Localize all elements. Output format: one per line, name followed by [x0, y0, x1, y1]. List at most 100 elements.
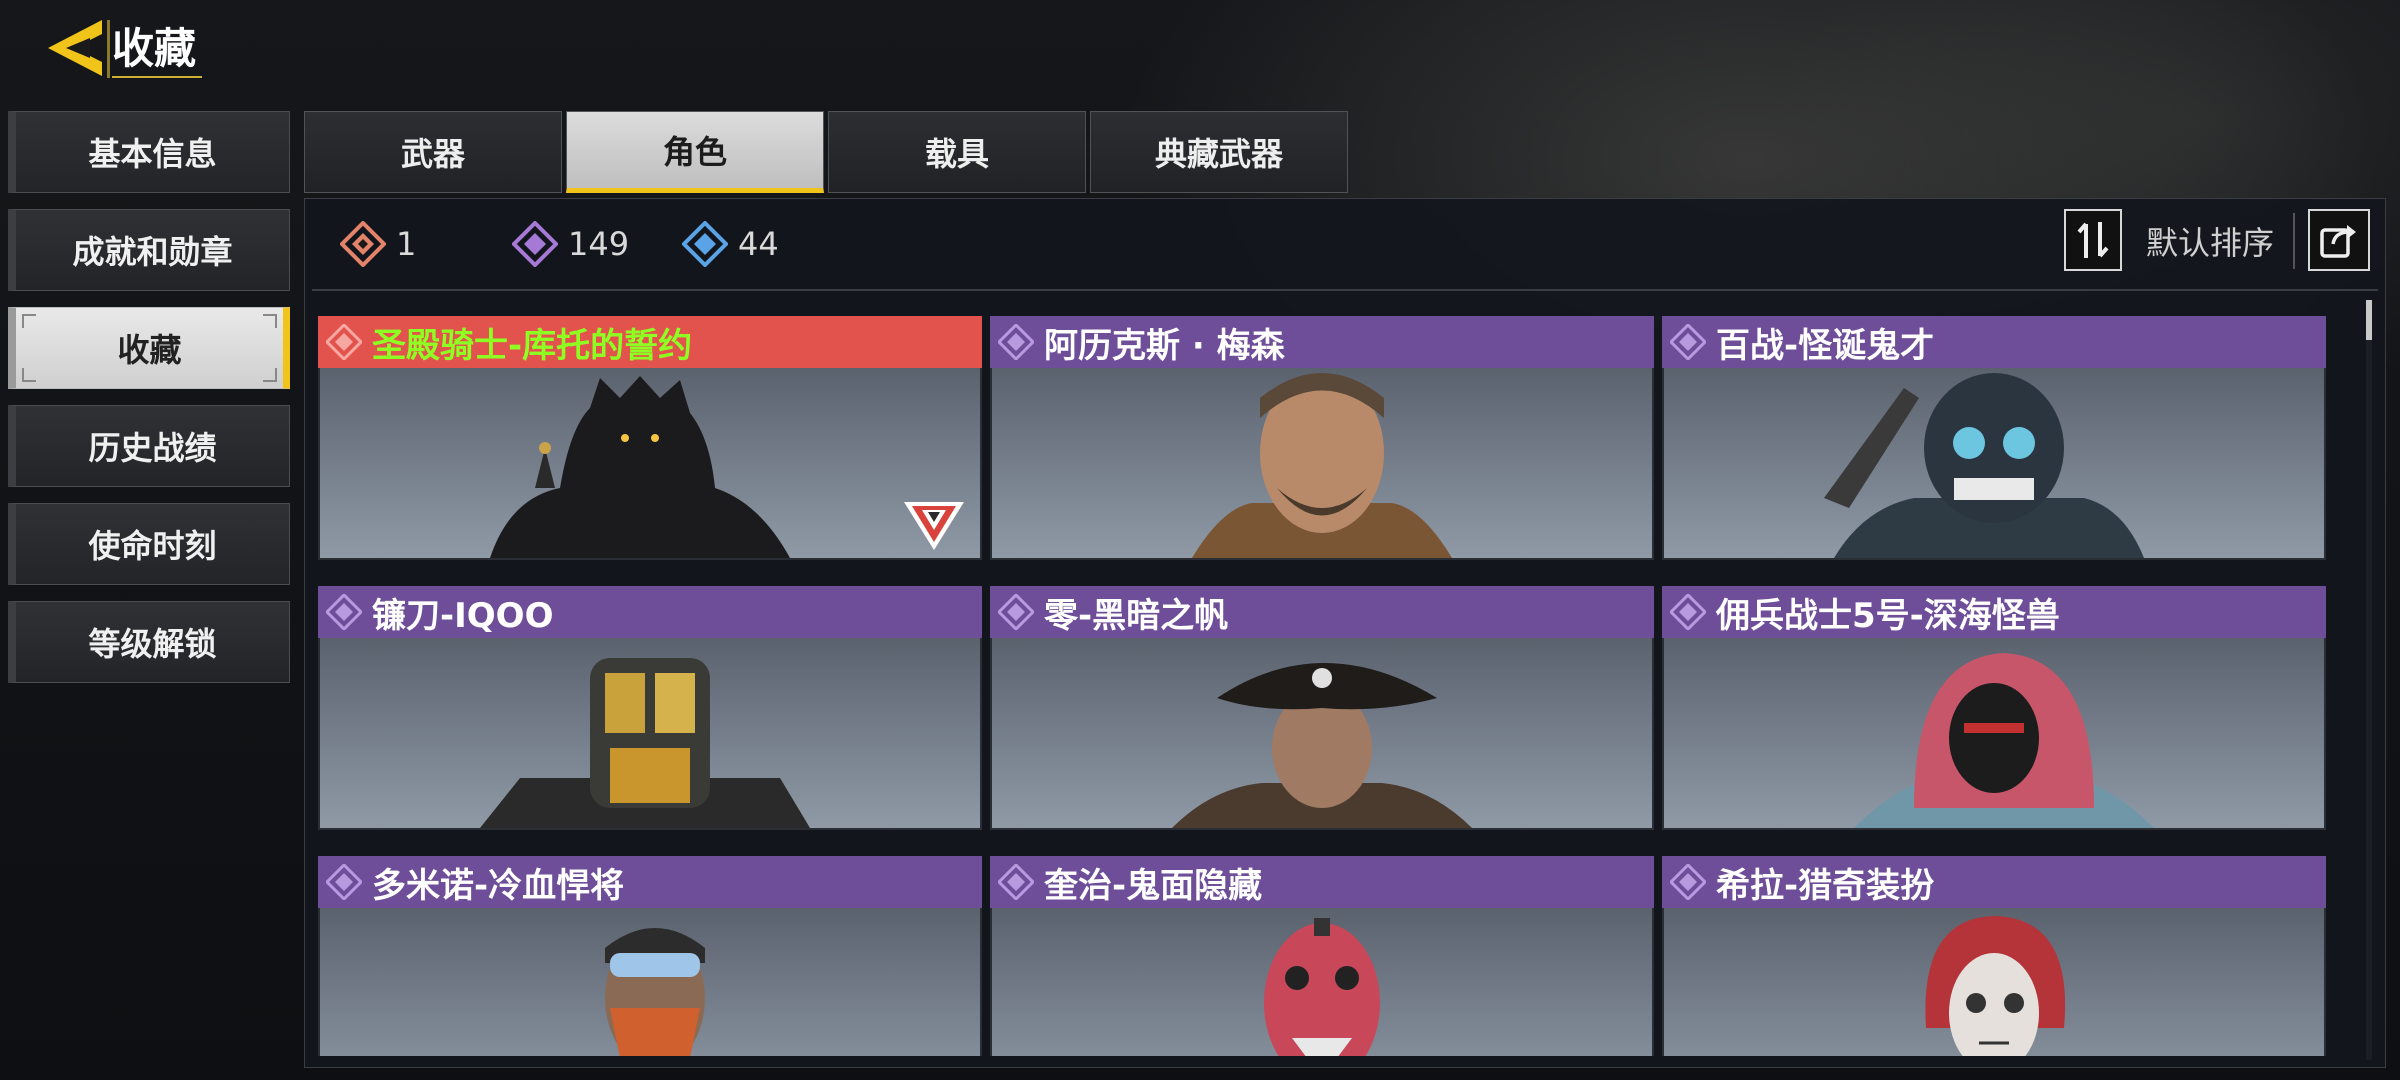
tab-weapons[interactable]: 武器 [304, 111, 562, 193]
epic-tier-icon [1670, 864, 1706, 900]
tab-vehicles[interactable]: 载具 [828, 111, 1086, 193]
card-header: 阿历克斯 · 梅森 [990, 316, 1654, 368]
card-portrait-area [990, 638, 1654, 830]
epic-tier-icon [998, 324, 1034, 360]
epic-gem-icon [512, 221, 558, 267]
dark-knight-portrait [490, 376, 790, 558]
rare-count: 44 [682, 218, 779, 270]
sort-divider [2293, 213, 2295, 269]
tab-label: 角色 [662, 133, 727, 171]
corner-mark [263, 314, 277, 328]
legendary-count: 1 [340, 218, 416, 270]
soldier-portrait [1192, 373, 1452, 558]
rare-gem-icon [682, 221, 728, 267]
goggles-portrait [605, 928, 705, 1056]
epic-tier-icon [1670, 594, 1706, 630]
card-portrait-area [318, 368, 982, 560]
epic-tier-icon [1670, 324, 1706, 360]
panel-divider [312, 289, 2378, 291]
sidebar-item-moments[interactable]: 使命时刻 [8, 503, 290, 585]
tab-label: 载具 [924, 135, 989, 173]
epic-tier-icon [326, 594, 362, 630]
card-name: 希拉-猎奇装扮 [1716, 865, 1935, 906]
rare-count-value: 44 [738, 225, 779, 263]
tab-label: 典藏武器 [1154, 135, 1283, 173]
character-card[interactable]: 圣殿骑士-库托的誓约 [318, 316, 982, 560]
card-header: 多米诺-冷血悍将 [318, 856, 982, 908]
tab-characters[interactable]: 角色 [566, 111, 824, 193]
card-header: 圣殿骑士-库托的誓约 [318, 316, 982, 368]
character-grid: 圣殿骑士-库托的誓约 阿历克斯 · 梅森 百战-怪诞鬼才 镰刀-IQOO 零-黑… [318, 316, 2332, 1056]
legendary-tier-icon [326, 324, 362, 360]
sort-icon [2077, 222, 2109, 258]
page-title: 收藏 [112, 24, 197, 73]
sort-button[interactable] [2064, 209, 2122, 271]
legendary-count-value: 1 [396, 225, 417, 263]
card-name: 镰刀-IQOO [372, 595, 554, 636]
pirate-portrait [1172, 663, 1472, 828]
scroll-thumb[interactable] [2366, 300, 2372, 340]
character-card[interactable]: 希拉-猎奇装扮 [1662, 856, 2326, 1056]
character-card[interactable]: 奎治-鬼面隐藏 [990, 856, 1654, 1056]
skull-face-portrait [1925, 916, 2066, 1056]
sidebar-item-label: 基本信息 [88, 135, 217, 173]
back-arrow-icon[interactable] [42, 16, 106, 80]
card-portrait-area [318, 638, 982, 830]
card-name: 圣殿骑士-库托的誓约 [372, 325, 693, 366]
character-card[interactable]: 百战-怪诞鬼才 [1662, 316, 2326, 560]
sidebar-item-basic-info[interactable]: 基本信息 [8, 111, 290, 193]
title-underline [112, 76, 202, 78]
hooded-portrait [1854, 653, 2154, 828]
card-name: 百战-怪诞鬼才 [1716, 325, 1935, 366]
card-header: 镰刀-IQOO [318, 586, 982, 638]
epic-tier-icon [998, 864, 1034, 900]
card-name: 佣兵战士5号-深海怪兽 [1716, 595, 2060, 636]
sidebar-item-label: 历史战绩 [88, 429, 217, 467]
tab-label: 武器 [400, 135, 465, 173]
sidebar-item-label: 收藏 [117, 331, 182, 369]
legendary-badge-icon [904, 502, 964, 550]
corner-mark [22, 368, 36, 382]
sidebar-item-level-unlock[interactable]: 等级解锁 [8, 601, 290, 683]
card-header: 希拉-猎奇装扮 [1662, 856, 2326, 908]
character-card[interactable]: 镰刀-IQOO [318, 586, 982, 830]
sidebar-item-achievements[interactable]: 成就和勋章 [8, 209, 290, 291]
sidebar-item-history[interactable]: 历史战绩 [8, 405, 290, 487]
character-card[interactable]: 多米诺-冷血悍将 [318, 856, 982, 1056]
card-portrait-area [1662, 368, 2326, 560]
card-name: 奎治-鬼面隐藏 [1044, 865, 1263, 906]
demon-mask-portrait [1264, 918, 1380, 1056]
epic-tier-icon [998, 594, 1034, 630]
card-portrait-area [1662, 638, 2326, 830]
title-divider [107, 20, 110, 78]
robot-portrait [480, 658, 810, 828]
sort-label[interactable]: 默认排序 [2146, 218, 2274, 268]
character-card[interactable]: 阿历克斯 · 梅森 [990, 316, 1654, 560]
character-card[interactable]: 佣兵战士5号-深海怪兽 [1662, 586, 2326, 830]
card-portrait-area [990, 908, 1654, 1056]
card-name: 阿历克斯 · 梅森 [1044, 325, 1285, 366]
scrollbar[interactable] [2366, 300, 2372, 1060]
tab-mythic-weapons[interactable]: 典藏武器 [1090, 111, 1348, 193]
card-header: 零-黑暗之帆 [990, 586, 1654, 638]
card-header: 佣兵战士5号-深海怪兽 [1662, 586, 2326, 638]
sidebar-item-collection[interactable]: 收藏 [8, 307, 290, 389]
sidebar-item-label: 等级解锁 [88, 625, 217, 663]
corner-mark [263, 368, 277, 382]
sidebar-item-label: 使命时刻 [88, 527, 217, 565]
card-header: 奎治-鬼面隐藏 [990, 856, 1654, 908]
share-button[interactable] [2308, 209, 2370, 271]
character-card[interactable]: 零-黑暗之帆 [990, 586, 1654, 830]
epic-count: 149 [512, 218, 629, 270]
card-portrait-area [318, 908, 982, 1056]
card-portrait-area [990, 368, 1654, 560]
corner-mark [22, 314, 36, 328]
legendary-gem-icon [340, 221, 386, 267]
sidebar-item-label: 成就和勋章 [72, 233, 233, 271]
masked-soldier-portrait [1824, 373, 2144, 558]
card-name: 零-黑暗之帆 [1044, 595, 1229, 636]
epic-count-value: 149 [568, 225, 630, 263]
card-header: 百战-怪诞鬼才 [1662, 316, 2326, 368]
card-name: 多米诺-冷血悍将 [372, 865, 625, 906]
share-icon [2320, 225, 2356, 258]
